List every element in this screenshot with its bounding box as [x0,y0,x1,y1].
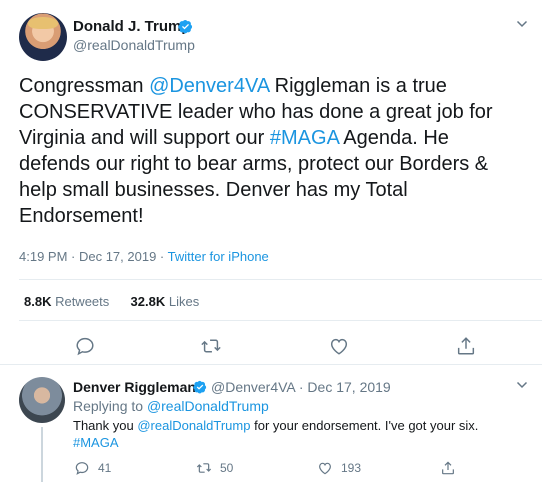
retweets-count: 8.8K [24,294,52,309]
timestamp[interactable]: 4:19 PM · Dec 17, 2019 · [19,249,168,264]
divider [19,320,542,321]
replying-to-link[interactable]: @realDonaldTrump [147,398,269,414]
replying-to: Replying to @realDonaldTrump [73,398,269,414]
divider [19,279,542,280]
verified-badge-icon [178,19,193,34]
reply-icon[interactable] [74,335,96,357]
reply-author-handle-date[interactable]: @Denver4VA · Dec 17, 2019 [211,379,391,395]
replying-prefix: Replying to [73,398,147,414]
retweet-icon [196,463,212,473]
reply-count: 41 [98,461,112,475]
reply-like-button[interactable]: 193 [317,459,361,477]
share-icon[interactable] [455,335,477,357]
likes-stat[interactable]: 32.8K Likes [131,294,200,309]
reply-reply-button[interactable]: 41 [74,459,111,477]
reply-text-segment: for your endorsement. I've got your six. [250,418,479,433]
author-name[interactable]: Donald J. Trump [73,18,191,35]
tweet-meta: 4:19 PM · Dec 17, 2019 · Twitter for iPh… [19,249,269,264]
retweet-count: 50 [220,461,234,475]
like-icon[interactable] [328,335,350,357]
main-tweet: Donald J. Trump @realDonaldTrump Congres… [0,0,542,364]
retweets-stat[interactable]: 8.8K Retweets [24,294,109,309]
reply-retweet-button[interactable]: 50 [196,459,233,477]
reply-text: Thank you @realDonaldTrump for your endo… [73,417,513,451]
author-avatar[interactable] [19,13,67,61]
reply-text-segment: Thank you [73,418,138,433]
mention-link[interactable]: @Denver4VA [149,75,269,97]
mention-link[interactable]: @realDonaldTrump [137,418,250,433]
like-count: 193 [341,461,362,475]
tweet-actions [0,335,542,357]
reply-share-button[interactable] [440,459,464,477]
reply-tweet[interactable]: Denver Riggleman @Denver4VA · Dec 17, 20… [0,365,542,482]
author-handle[interactable]: @realDonaldTrump [73,37,195,53]
like-icon [319,462,331,475]
chevron-down-icon[interactable] [516,18,528,30]
chevron-down-icon[interactable] [516,379,528,391]
reply-actions: 41 50 193 [0,459,542,477]
share-icon [442,461,454,475]
retweets-label: Retweets [51,294,110,309]
likes-count: 32.8K [130,294,166,309]
tweet-text-segment: Congressman [19,75,150,97]
hashtag-link[interactable]: #MAGA [270,127,339,149]
verified-badge-icon [193,380,207,394]
reply-icon [75,462,89,475]
reply-author-avatar[interactable] [19,377,65,423]
tweet-stats: 8.8K Retweets 32.8K Likes [24,294,199,309]
tweet-text: Congressman @Denver4VA Riggleman is a tr… [19,73,524,229]
reply-author-name[interactable]: Denver Riggleman [73,379,196,395]
source-link[interactable]: Twitter for iPhone [168,249,269,264]
retweet-icon[interactable] [200,335,222,357]
hashtag-link[interactable]: #MAGA [73,435,119,450]
likes-label: Likes [165,294,200,309]
